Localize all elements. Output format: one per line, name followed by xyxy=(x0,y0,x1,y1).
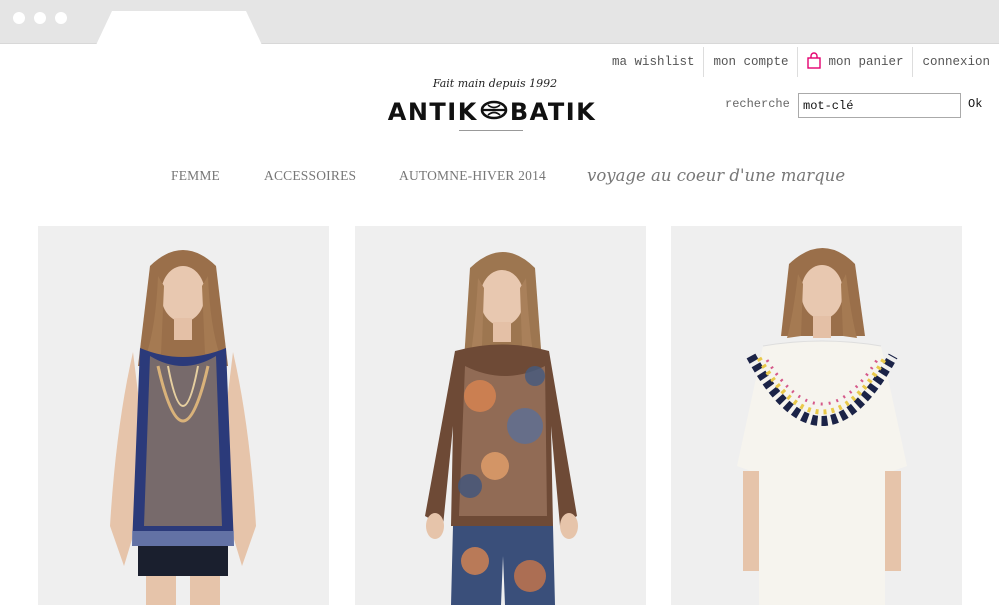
wishlist-link[interactable]: ma wishlist xyxy=(603,47,704,77)
product-image-3[interactable] xyxy=(671,226,962,605)
nav-item-accessoires[interactable]: ACCESSOIRES xyxy=(264,163,356,189)
cart-link[interactable]: mon panier xyxy=(797,47,912,77)
search-input[interactable] xyxy=(798,93,961,118)
browser-tab[interactable] xyxy=(96,11,262,45)
window-dot-minimize[interactable] xyxy=(34,12,46,24)
window-dot-maximize[interactable] xyxy=(55,12,67,24)
logo-tagline: Fait main depuis 1992 xyxy=(432,77,558,90)
window-dot-close[interactable] xyxy=(13,12,25,24)
nav-item-femme[interactable]: FEMME xyxy=(171,163,220,189)
nav-item-automne-hiver[interactable]: AUTOMNE-HIVER 2014 xyxy=(399,163,546,189)
login-label: connexion xyxy=(922,55,990,69)
logo-emblem-icon xyxy=(480,99,508,126)
main-nav: FEMME ACCESSOIRES AUTOMNE-HIVER 2014 voy… xyxy=(0,163,999,189)
logo-text-right: BATIK xyxy=(509,98,597,126)
search-label: recherche xyxy=(725,97,790,111)
account-link[interactable]: mon compte xyxy=(703,47,797,77)
product-image-2[interactable] xyxy=(355,226,646,605)
browser-chrome xyxy=(0,0,999,45)
login-link[interactable]: connexion xyxy=(912,47,999,77)
product-image-1[interactable] xyxy=(38,226,329,605)
logo-underline xyxy=(459,130,523,131)
account-label: mon compte xyxy=(713,55,789,69)
site-logo[interactable]: ANTIK BATIK xyxy=(386,95,598,129)
nav-item-voyage[interactable]: voyage au coeur d'une marque xyxy=(587,163,845,189)
logo-text-left: ANTIK xyxy=(387,98,478,126)
account-links: ma wishlist mon compte mon panier connex… xyxy=(603,46,999,78)
search-submit-button[interactable]: Ok xyxy=(968,97,982,111)
cart-label: mon panier xyxy=(828,55,904,69)
shopping-bag-icon xyxy=(807,51,822,73)
wishlist-label: ma wishlist xyxy=(611,55,695,69)
